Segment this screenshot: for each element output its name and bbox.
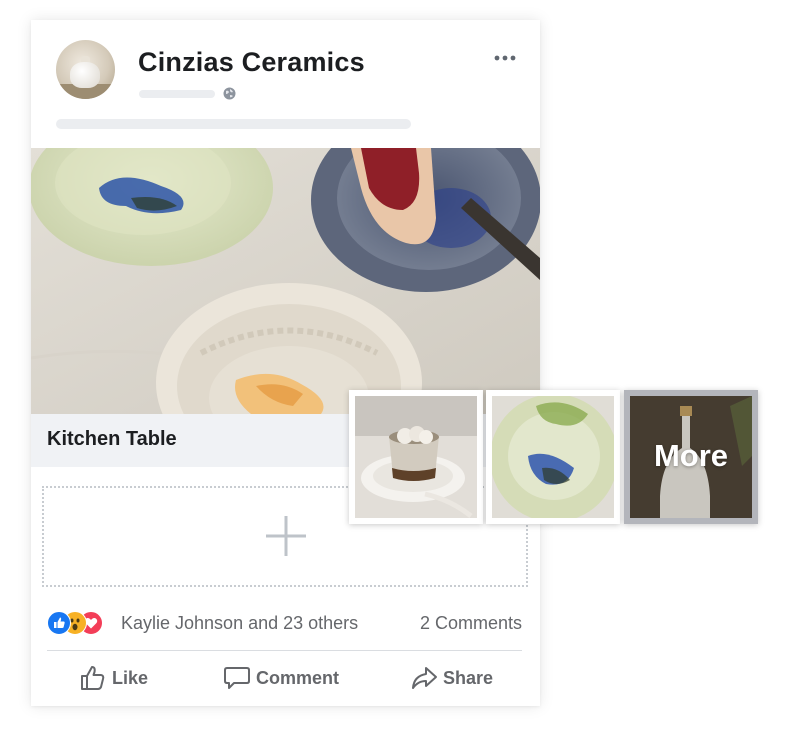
share-icon — [412, 667, 437, 689]
gallery-thumbnail[interactable] — [486, 390, 620, 524]
thumbs-up-icon — [81, 666, 105, 690]
share-label: Share — [443, 667, 494, 688]
comments-count[interactable]: 2 Comments — [420, 613, 522, 634]
plus-icon — [266, 516, 306, 556]
more-label: More — [653, 438, 729, 473]
photo-caption: Kitchen Table — [47, 428, 177, 450]
divider — [47, 650, 522, 651]
like-label: Like — [112, 667, 149, 688]
more-photos-tile[interactable]: More — [624, 390, 758, 524]
post-card: Cinzias Ceramics Kitchen Table Kaylie Jo… — [31, 20, 540, 706]
like-reaction-icon — [47, 611, 71, 635]
reactors-text[interactable]: Kaylie Johnson and 23 others — [121, 613, 358, 634]
page-name[interactable]: Cinzias Ceramics — [138, 47, 365, 78]
thumbnail-image — [492, 396, 614, 518]
avatar[interactable] — [56, 40, 115, 99]
thumbnail-image — [355, 396, 477, 518]
post-text-placeholder — [56, 119, 411, 129]
main-post-photo[interactable] — [31, 148, 540, 414]
globe-icon — [223, 87, 236, 100]
comment-button[interactable]: Comment — [223, 663, 339, 693]
gallery-thumbnail[interactable] — [349, 390, 483, 524]
more-options-icon[interactable] — [493, 54, 517, 62]
share-button[interactable]: Share — [410, 663, 493, 693]
timestamp-placeholder — [139, 90, 215, 98]
comment-icon — [224, 667, 250, 689]
like-button[interactable]: Like — [79, 663, 148, 693]
comment-label: Comment — [256, 667, 340, 688]
